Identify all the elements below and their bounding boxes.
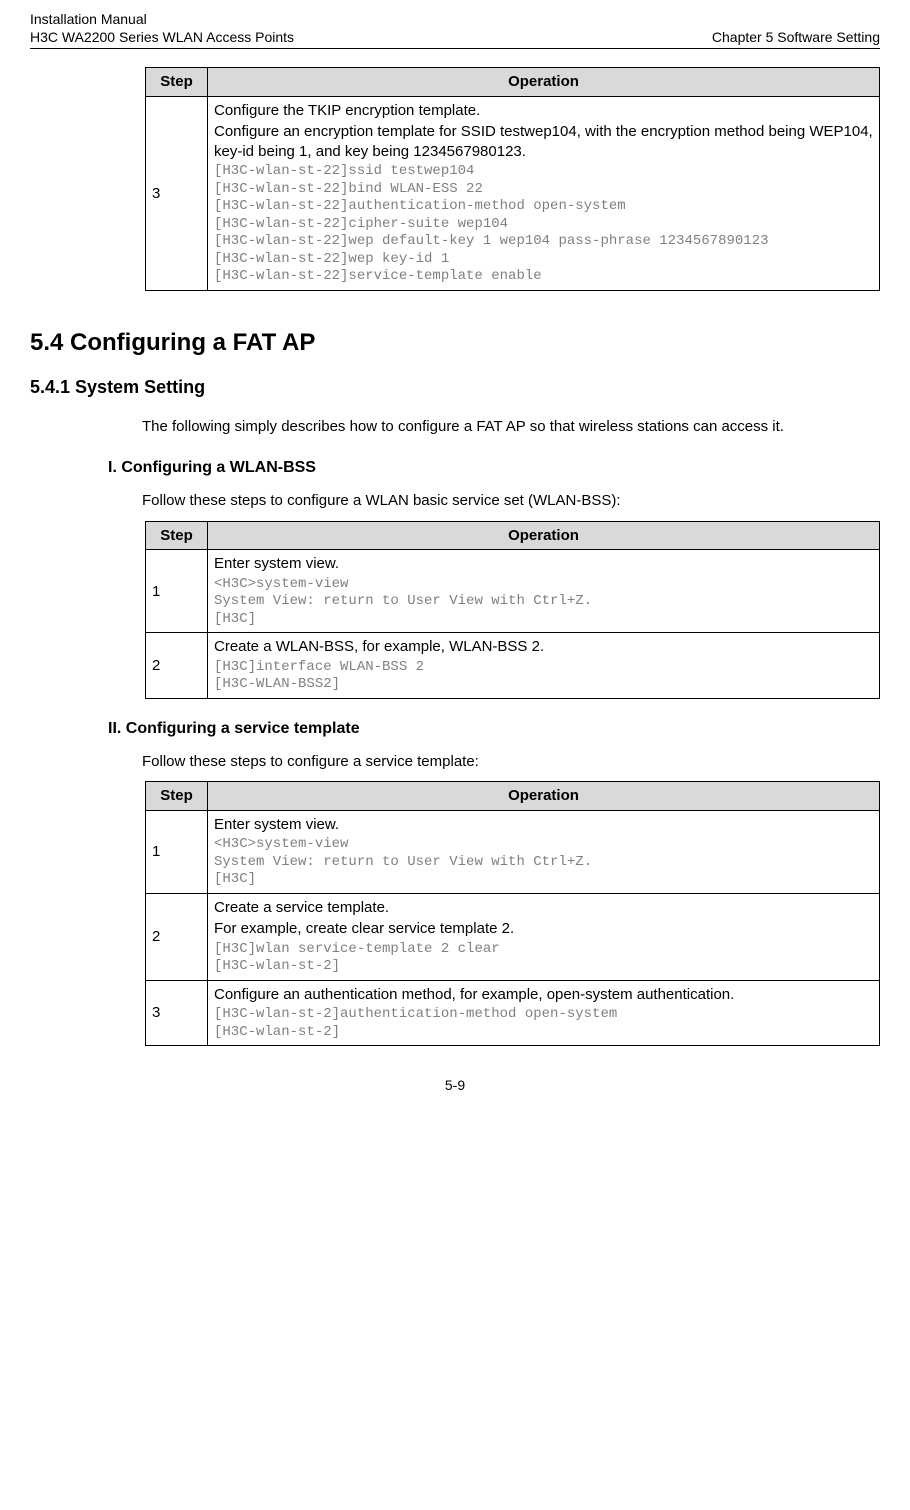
- table-row: 3 Configure an authentication method, fo…: [146, 980, 880, 1046]
- page-number: 5-9: [30, 1076, 880, 1094]
- page-header: Installation Manual H3C WA2200 Series WL…: [30, 10, 880, 46]
- step-number: 2: [146, 893, 208, 980]
- table-row: 1 Enter system view. <H3C>system-view Sy…: [146, 810, 880, 893]
- col-step: Step: [146, 521, 208, 550]
- heading-5-4-1: 5.4.1 System Setting: [30, 376, 880, 399]
- header-chapter: Chapter 5 Software Setting: [712, 28, 880, 46]
- header-left: Installation Manual H3C WA2200 Series WL…: [30, 10, 294, 46]
- intro-II: Follow these steps to configure a servic…: [142, 752, 880, 772]
- table-row: 2 Create a service template. For example…: [146, 893, 880, 980]
- step-number: 1: [146, 810, 208, 893]
- op-code: [H3C]interface WLAN-BSS 2 [H3C-WLAN-BSS2…: [214, 659, 873, 694]
- op-desc1: Create a WLAN-BSS, for example, WLAN-BSS…: [214, 637, 873, 657]
- op-code: [H3C-wlan-st-2]authentication-method ope…: [214, 1006, 873, 1041]
- table-header-row: Step Operation: [146, 782, 880, 811]
- step-number: 3: [146, 980, 208, 1046]
- table-wlan-bss: Step Operation 1 Enter system view. <H3C…: [145, 521, 880, 699]
- col-step: Step: [146, 68, 208, 97]
- op-desc1: Create a service template.: [214, 898, 873, 918]
- step-number: 2: [146, 633, 208, 699]
- table-header-row: Step Operation: [146, 521, 880, 550]
- table-header-row: Step Operation: [146, 68, 880, 97]
- op-desc2: Configure an encryption template for SSI…: [214, 122, 873, 161]
- op-desc1: Configure an authentication method, for …: [214, 985, 873, 1005]
- op-code: <H3C>system-view System View: return to …: [214, 576, 873, 629]
- op-code: [H3C]wlan service-template 2 clear [H3C-…: [214, 941, 873, 976]
- heading-5-4: 5.4 Configuring a FAT AP: [30, 327, 880, 358]
- subheading-I: I. Configuring a WLAN-BSS: [108, 458, 880, 479]
- intro-I: Follow these steps to configure a WLAN b…: [142, 491, 880, 511]
- para-5-4-1: The following simply describes how to co…: [142, 413, 880, 440]
- col-operation: Operation: [208, 521, 880, 550]
- operation-cell: Create a WLAN-BSS, for example, WLAN-BSS…: [208, 633, 880, 699]
- op-desc2: For example, create clear service templa…: [214, 919, 873, 939]
- table-row: 2 Create a WLAN-BSS, for example, WLAN-B…: [146, 633, 880, 699]
- col-step: Step: [146, 782, 208, 811]
- table-service-template: Step Operation 1 Enter system view. <H3C…: [145, 781, 880, 1046]
- op-desc1: Enter system view.: [214, 815, 873, 835]
- operation-cell: Create a service template. For example, …: [208, 893, 880, 980]
- step-number: 3: [146, 96, 208, 290]
- op-desc1: Configure the TKIP encryption template.: [214, 101, 873, 121]
- table-step3: Step Operation 3 Configure the TKIP encr…: [145, 67, 880, 291]
- op-desc1: Enter system view.: [214, 554, 873, 574]
- operation-cell: Configure an authentication method, for …: [208, 980, 880, 1046]
- header-line1: Installation Manual: [30, 10, 294, 28]
- header-divider: [30, 48, 880, 49]
- table-row: 1 Enter system view. <H3C>system-view Sy…: [146, 550, 880, 633]
- col-operation: Operation: [208, 68, 880, 97]
- op-code: [H3C-wlan-st-22]ssid testwep104 [H3C-wla…: [214, 163, 873, 286]
- subheading-II: II. Configuring a service template: [108, 719, 880, 740]
- operation-cell: Configure the TKIP encryption template. …: [208, 96, 880, 290]
- op-code: <H3C>system-view System View: return to …: [214, 836, 873, 889]
- header-line2: H3C WA2200 Series WLAN Access Points: [30, 28, 294, 46]
- operation-cell: Enter system view. <H3C>system-view Syst…: [208, 810, 880, 893]
- col-operation: Operation: [208, 782, 880, 811]
- step-number: 1: [146, 550, 208, 633]
- table-row: 3 Configure the TKIP encryption template…: [146, 96, 880, 290]
- operation-cell: Enter system view. <H3C>system-view Syst…: [208, 550, 880, 633]
